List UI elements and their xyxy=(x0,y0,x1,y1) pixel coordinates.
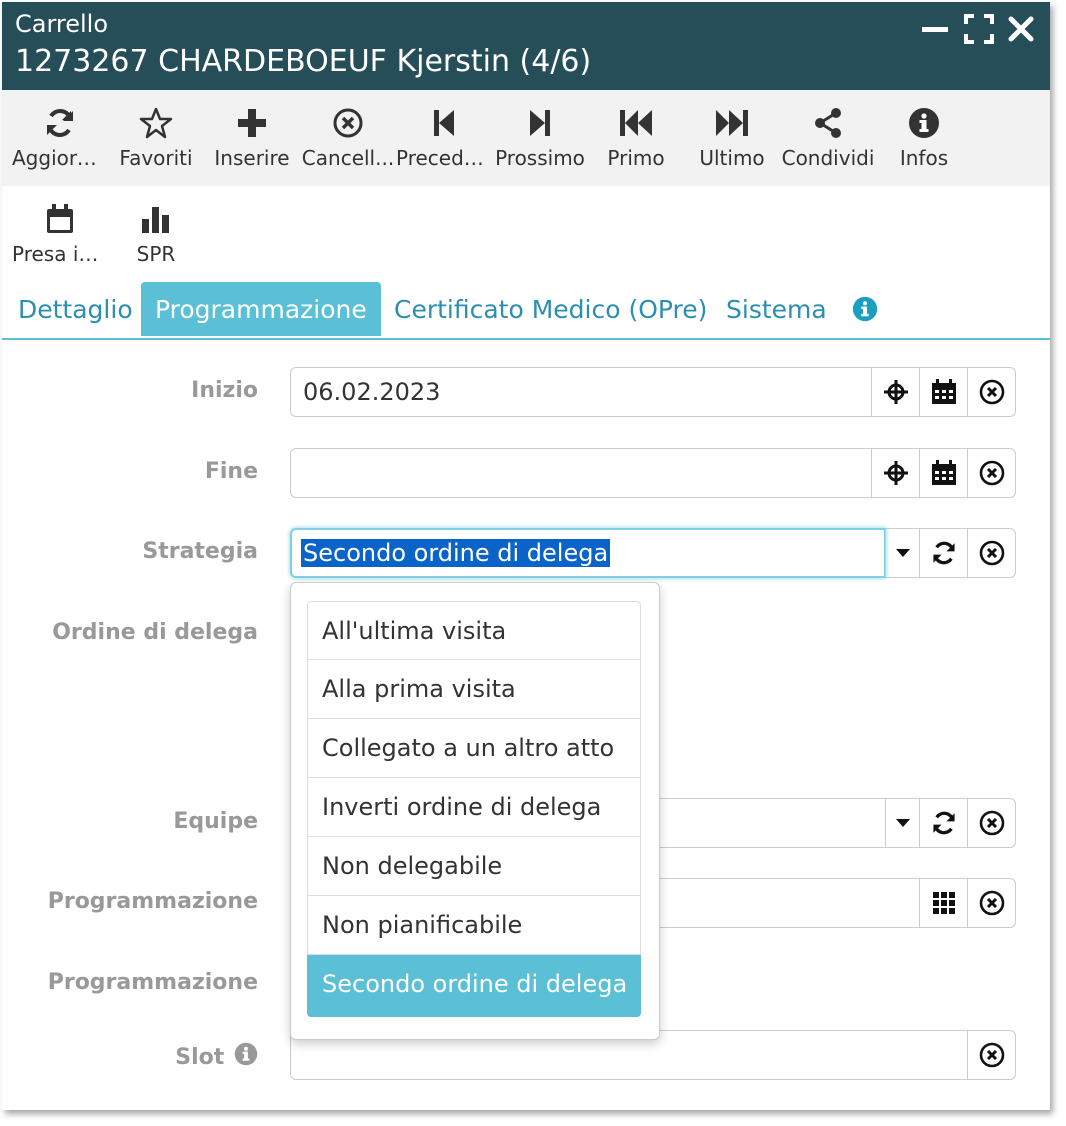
clear-icon[interactable] xyxy=(967,879,1016,927)
strategia-label: Strategia xyxy=(142,539,258,564)
spr-button[interactable]: SPR xyxy=(108,186,204,282)
clear-icon[interactable] xyxy=(967,529,1016,577)
minimize-icon[interactable] xyxy=(918,12,952,46)
programmazione-label: Programmazione xyxy=(47,889,258,914)
tab-certificato-medico[interactable]: Certificato Medico (OPre) xyxy=(394,282,707,336)
strategia-select[interactable]: Secondo ordine di delega xyxy=(290,528,1016,578)
clear-icon[interactable] xyxy=(967,368,1016,416)
title-bar: Carrello 1273267 CHARDEBOEUF Kjerstin (4… xyxy=(2,2,1050,90)
first-button[interactable]: Primo xyxy=(588,90,684,186)
equipe-label: Equipe xyxy=(173,809,258,834)
dropdown-option[interactable]: Alla prima visita xyxy=(307,660,641,719)
share-button[interactable]: Condividi xyxy=(780,90,876,186)
fast-backward-icon xyxy=(588,106,684,140)
inizio-value: 06.02.2023 xyxy=(303,378,441,406)
info-icon[interactable] xyxy=(234,1042,258,1072)
fast-forward-icon xyxy=(684,106,780,140)
dropdown-option[interactable]: Non delegabile xyxy=(307,837,641,896)
last-button[interactable]: Ultimo xyxy=(684,90,780,186)
crosshair-icon[interactable] xyxy=(871,449,920,497)
ordine-label: Ordine di delega xyxy=(52,620,258,645)
presa-in-carico-label: Presa in... xyxy=(12,242,108,266)
cancel-button[interactable]: Cancell... xyxy=(300,90,396,186)
clear-icon[interactable] xyxy=(967,449,1016,497)
strategia-value-wrap: Secondo ordine di delega xyxy=(301,529,611,577)
bar-chart-icon xyxy=(108,202,204,236)
info-icon xyxy=(876,106,972,140)
step-backward-icon xyxy=(396,106,492,140)
refresh-icon[interactable] xyxy=(919,799,968,847)
dropdown-options: All'ultima visita Alla prima visita Coll… xyxy=(307,601,641,1017)
tab-dettaglio[interactable]: Dettaglio xyxy=(18,282,133,336)
refresh-button[interactable]: Aggiorn... xyxy=(12,90,108,186)
tab-bar: Dettaglio Programmazione Certificato Med… xyxy=(2,282,1050,340)
strategia-dropdown: All'ultima visita Alla prima visita Coll… xyxy=(290,582,660,1040)
clear-icon[interactable] xyxy=(967,799,1016,847)
info-icon[interactable] xyxy=(852,296,878,322)
tab-sistema[interactable]: Sistema xyxy=(726,282,827,336)
dropdown-option[interactable]: All'ultima visita xyxy=(307,601,641,660)
grid-icon[interactable] xyxy=(919,879,968,927)
share-label: Condividi xyxy=(781,146,875,170)
toolbar: Aggiorn... Favoriti Inserire Cancell... … xyxy=(2,90,1050,186)
chevron-down-icon[interactable] xyxy=(885,529,920,577)
insert-button[interactable]: Inserire xyxy=(204,90,300,186)
clear-icon[interactable] xyxy=(967,1031,1016,1079)
infos-label: Infos xyxy=(899,146,949,170)
fine-field[interactable] xyxy=(290,448,1016,498)
inizio-field[interactable]: 06.02.2023 xyxy=(290,367,1016,417)
previous-button[interactable]: Precede... xyxy=(396,90,492,186)
step-forward-icon xyxy=(492,106,588,140)
cancel-label: Cancell... xyxy=(301,146,395,170)
calendar-icon[interactable] xyxy=(919,449,968,497)
chevron-down-icon[interactable] xyxy=(885,799,920,847)
cancel-circle-icon xyxy=(300,106,396,140)
plus-icon xyxy=(204,106,300,140)
share-icon xyxy=(780,106,876,140)
programmazione-2-label: Programmazione xyxy=(47,970,258,995)
first-label: Primo xyxy=(607,146,665,170)
refresh-icon[interactable] xyxy=(919,529,968,577)
dropdown-option[interactable]: Inverti ordine di delega xyxy=(307,778,641,837)
fine-label: Fine xyxy=(204,459,258,484)
infos-button[interactable]: Infos xyxy=(876,90,972,186)
insert-label: Inserire xyxy=(214,146,290,170)
dropdown-option[interactable]: Non pianificabile xyxy=(307,896,641,955)
calendar-icon[interactable] xyxy=(919,368,968,416)
refresh-label: Aggiorn... xyxy=(12,146,108,170)
refresh-icon xyxy=(12,106,108,140)
star-icon xyxy=(108,106,204,140)
window-subtitle: 1273267 CHARDEBOEUF Kjerstin (4/6) xyxy=(15,44,592,79)
next-button[interactable]: Prossimo xyxy=(492,90,588,186)
tab-programmazione[interactable]: Programmazione xyxy=(141,282,381,336)
favorites-button[interactable]: Favoriti xyxy=(108,90,204,186)
dialog-window: Carrello 1273267 CHARDEBOEUF Kjerstin (4… xyxy=(2,2,1050,1110)
dropdown-option[interactable]: Collegato a un altro atto xyxy=(307,719,641,778)
window-title: Carrello xyxy=(15,10,109,38)
next-label: Prossimo xyxy=(495,146,585,170)
dropdown-option-selected[interactable]: Secondo ordine di delega xyxy=(307,955,641,1017)
crosshair-icon[interactable] xyxy=(871,368,920,416)
toolbar-row-2: Presa in... SPR xyxy=(2,186,1050,282)
previous-label: Precede... xyxy=(396,146,492,170)
spr-label: SPR xyxy=(136,242,176,266)
favorites-label: Favoriti xyxy=(119,146,193,170)
strategia-value: Secondo ordine di delega xyxy=(301,539,611,567)
last-label: Ultimo xyxy=(699,146,765,170)
close-icon[interactable] xyxy=(1004,12,1038,46)
maximize-icon[interactable] xyxy=(962,12,996,46)
slot-label: Slot xyxy=(175,1045,225,1070)
slot-label-wrap: Slot xyxy=(175,1042,258,1072)
calendar-icon xyxy=(12,202,108,236)
inizio-label: Inizio xyxy=(191,378,258,403)
presa-in-carico-button[interactable]: Presa in... xyxy=(12,186,108,282)
